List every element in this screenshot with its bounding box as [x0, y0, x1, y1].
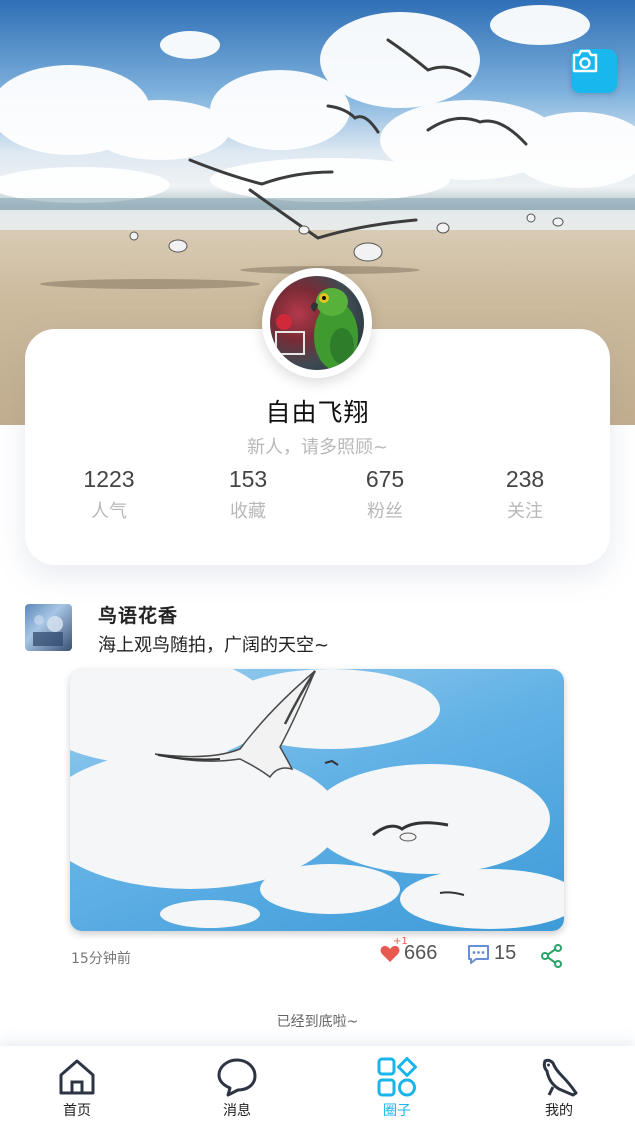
tab-circle[interactable]: 圈子	[357, 1057, 437, 1120]
end-of-list-text: 已经到底啦~	[276, 1014, 359, 1030]
post-text: 海上观鸟随拍，广阔的天空~	[98, 635, 330, 656]
stat-value: 1223	[83, 466, 135, 492]
comment-icon	[468, 944, 489, 964]
tab-home[interactable]: 首页	[37, 1057, 117, 1120]
chat-bubble-icon	[217, 1058, 257, 1097]
tab-label: 圈子	[383, 1103, 411, 1119]
post-author-name[interactable]: 鸟语花香	[98, 601, 178, 628]
stat-label: 粉丝	[367, 501, 403, 522]
tab-label: 首页	[63, 1103, 91, 1119]
profile-avatar[interactable]	[262, 268, 372, 378]
tab-mine[interactable]: 我的	[519, 1057, 599, 1120]
stat-following[interactable]: 238 关注	[465, 466, 585, 523]
post-image[interactable]	[70, 669, 564, 931]
like-count: 666	[404, 942, 438, 964]
stat-popularity[interactable]: 1223 人气	[49, 466, 169, 523]
parrot-avatar-image	[270, 276, 364, 370]
comment-button[interactable]: 15	[467, 942, 516, 965]
seagull-sky-photo	[70, 669, 564, 929]
camera-button[interactable]	[571, 49, 617, 93]
tab-messages[interactable]: 消息	[197, 1057, 277, 1120]
post-time: 15分钟前	[71, 951, 131, 967]
profile-bio: 新人，请多照顾~	[246, 437, 389, 458]
stat-label: 收藏	[230, 501, 266, 522]
post-author-avatar[interactable]	[25, 604, 72, 651]
share-icon	[541, 944, 562, 968]
stat-followers[interactable]: 675 粉丝	[325, 466, 445, 523]
stat-label: 关注	[507, 501, 543, 522]
tab-label: 我的	[545, 1103, 573, 1119]
profile-name: 自由飞翔	[265, 398, 370, 427]
stat-favorites[interactable]: 153 收藏	[188, 466, 308, 523]
bird-icon	[542, 1058, 578, 1097]
share-button[interactable]	[541, 944, 563, 968]
home-icon	[59, 1059, 95, 1095]
stat-value: 238	[505, 466, 545, 492]
circle-grid-icon	[377, 1057, 417, 1097]
stat-value: 153	[228, 466, 268, 492]
like-button[interactable]: 666	[380, 942, 437, 965]
tab-label: 消息	[223, 1103, 251, 1119]
comment-count: 15	[494, 942, 517, 964]
heart-icon	[380, 945, 400, 962]
stat-label: 人气	[91, 501, 127, 522]
camera-icon	[572, 49, 598, 73]
stat-value: 675	[365, 466, 405, 492]
